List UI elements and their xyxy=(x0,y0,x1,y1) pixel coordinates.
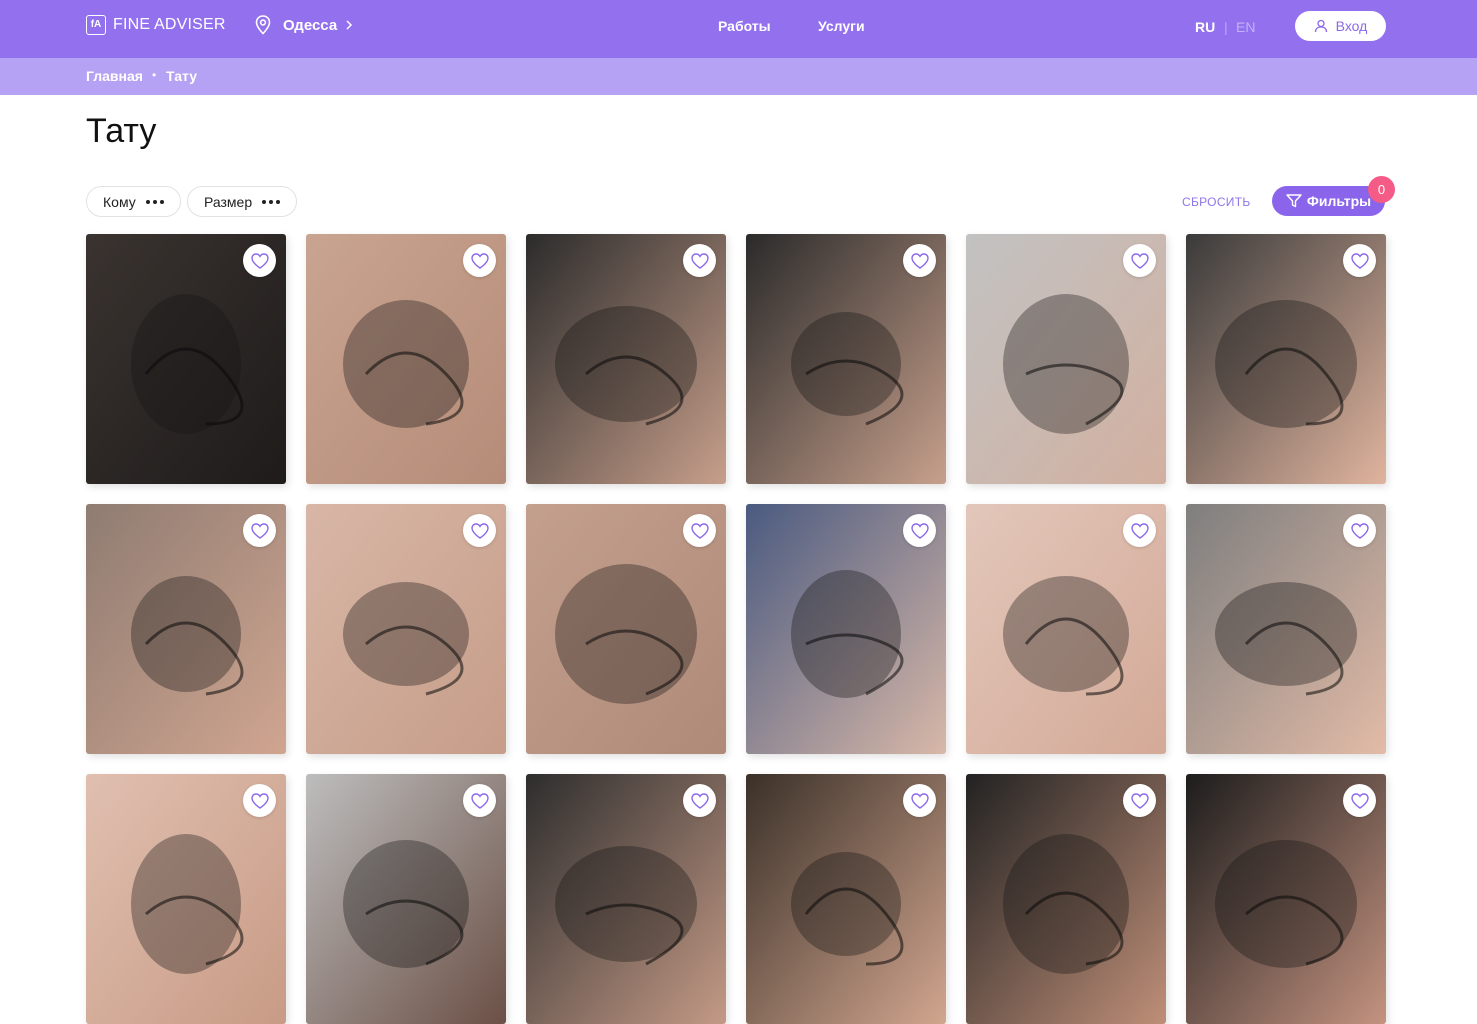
heart-icon xyxy=(690,252,709,269)
favorite-button[interactable] xyxy=(1123,244,1156,277)
logo-mark-icon: fA xyxy=(86,15,106,35)
favorite-button[interactable] xyxy=(903,784,936,817)
breadcrumb: Главная • Тату xyxy=(0,58,1477,95)
heart-icon xyxy=(470,792,489,809)
tattoo-card[interactable] xyxy=(746,504,946,754)
favorite-button[interactable] xyxy=(243,514,276,547)
lang-ru[interactable]: RU xyxy=(1195,19,1215,35)
heart-icon xyxy=(1350,792,1369,809)
user-icon xyxy=(1314,19,1327,33)
tattoo-card[interactable] xyxy=(306,774,506,1024)
favorite-button[interactable] xyxy=(243,244,276,277)
city-name: Одесса xyxy=(283,16,338,34)
heart-icon xyxy=(250,252,269,269)
nav-works[interactable]: Работы xyxy=(718,18,771,34)
tattoo-card[interactable] xyxy=(86,774,286,1024)
favorite-button[interactable] xyxy=(903,514,936,547)
favorite-button[interactable] xyxy=(683,514,716,547)
tattoo-card[interactable] xyxy=(746,234,946,484)
favorite-button[interactable] xyxy=(243,784,276,817)
tattoo-card[interactable] xyxy=(526,234,726,484)
tattoo-card[interactable] xyxy=(526,774,726,1024)
filter-chip-label: Кому xyxy=(103,193,136,210)
heart-icon xyxy=(1130,252,1149,269)
heart-icon xyxy=(250,792,269,809)
tattoo-card[interactable] xyxy=(1186,774,1386,1024)
heart-icon xyxy=(690,522,709,539)
favorite-button[interactable] xyxy=(1343,784,1376,817)
favorite-button[interactable] xyxy=(683,244,716,277)
lang-en[interactable]: EN xyxy=(1236,19,1255,35)
breadcrumb-separator: • xyxy=(152,68,157,82)
top-header: fA FINE ADVISER Одесса Работы Услуги RU … xyxy=(0,0,1477,58)
login-label: Вход xyxy=(1335,18,1368,34)
tattoo-card[interactable] xyxy=(966,774,1166,1024)
more-dots-icon xyxy=(262,199,281,204)
heart-icon xyxy=(910,792,929,809)
site-logo[interactable]: fA FINE ADVISER xyxy=(86,15,226,35)
logo-text: FINE ADVISER xyxy=(113,16,226,33)
filters-count-badge: 0 xyxy=(1368,176,1395,203)
favorite-button[interactable] xyxy=(1343,244,1376,277)
page-title: Тату xyxy=(86,112,157,150)
tattoo-card[interactable] xyxy=(86,234,286,484)
tattoo-card[interactable] xyxy=(966,234,1166,484)
heart-icon xyxy=(250,522,269,539)
heart-icon xyxy=(910,252,929,269)
breadcrumb-home[interactable]: Главная xyxy=(86,68,143,84)
filter-chip-size[interactable]: Размер xyxy=(187,186,298,217)
tattoo-card[interactable] xyxy=(746,774,946,1024)
tattoo-card[interactable] xyxy=(1186,234,1386,484)
tattoo-card[interactable] xyxy=(86,504,286,754)
filters-label: Фильтры xyxy=(1306,193,1372,209)
breadcrumb-current: Тату xyxy=(166,68,197,84)
favorite-button[interactable] xyxy=(463,244,496,277)
favorite-button[interactable] xyxy=(1123,784,1156,817)
filter-chip-label: Размер xyxy=(204,193,253,210)
favorite-button[interactable] xyxy=(1123,514,1156,547)
city-selector[interactable]: Одесса xyxy=(255,15,353,35)
tattoo-card[interactable] xyxy=(306,504,506,754)
favorite-button[interactable] xyxy=(683,784,716,817)
heart-icon xyxy=(1130,522,1149,539)
nav-services[interactable]: Услуги xyxy=(818,18,865,34)
tattoo-card[interactable] xyxy=(1186,504,1386,754)
tattoo-card[interactable] xyxy=(306,234,506,484)
heart-icon xyxy=(470,522,489,539)
heart-icon xyxy=(1130,792,1149,809)
heart-icon xyxy=(690,792,709,809)
location-pin-icon xyxy=(255,15,271,35)
chevron-right-icon xyxy=(346,20,353,30)
reset-filters-link[interactable]: СБРОСИТЬ xyxy=(1182,195,1251,209)
tattoo-card[interactable] xyxy=(526,504,726,754)
filter-chip-whom[interactable]: Кому xyxy=(86,186,181,217)
favorite-button[interactable] xyxy=(1343,514,1376,547)
funnel-icon xyxy=(1286,194,1302,208)
favorite-button[interactable] xyxy=(903,244,936,277)
lang-separator: | xyxy=(1224,19,1228,35)
favorite-button[interactable] xyxy=(463,784,496,817)
heart-icon xyxy=(1350,252,1369,269)
heart-icon xyxy=(910,522,929,539)
heart-icon xyxy=(1350,522,1369,539)
favorite-button[interactable] xyxy=(463,514,496,547)
tattoo-card[interactable] xyxy=(966,504,1166,754)
more-dots-icon xyxy=(145,199,164,204)
heart-icon xyxy=(470,252,489,269)
login-button[interactable]: Вход xyxy=(1295,11,1386,41)
